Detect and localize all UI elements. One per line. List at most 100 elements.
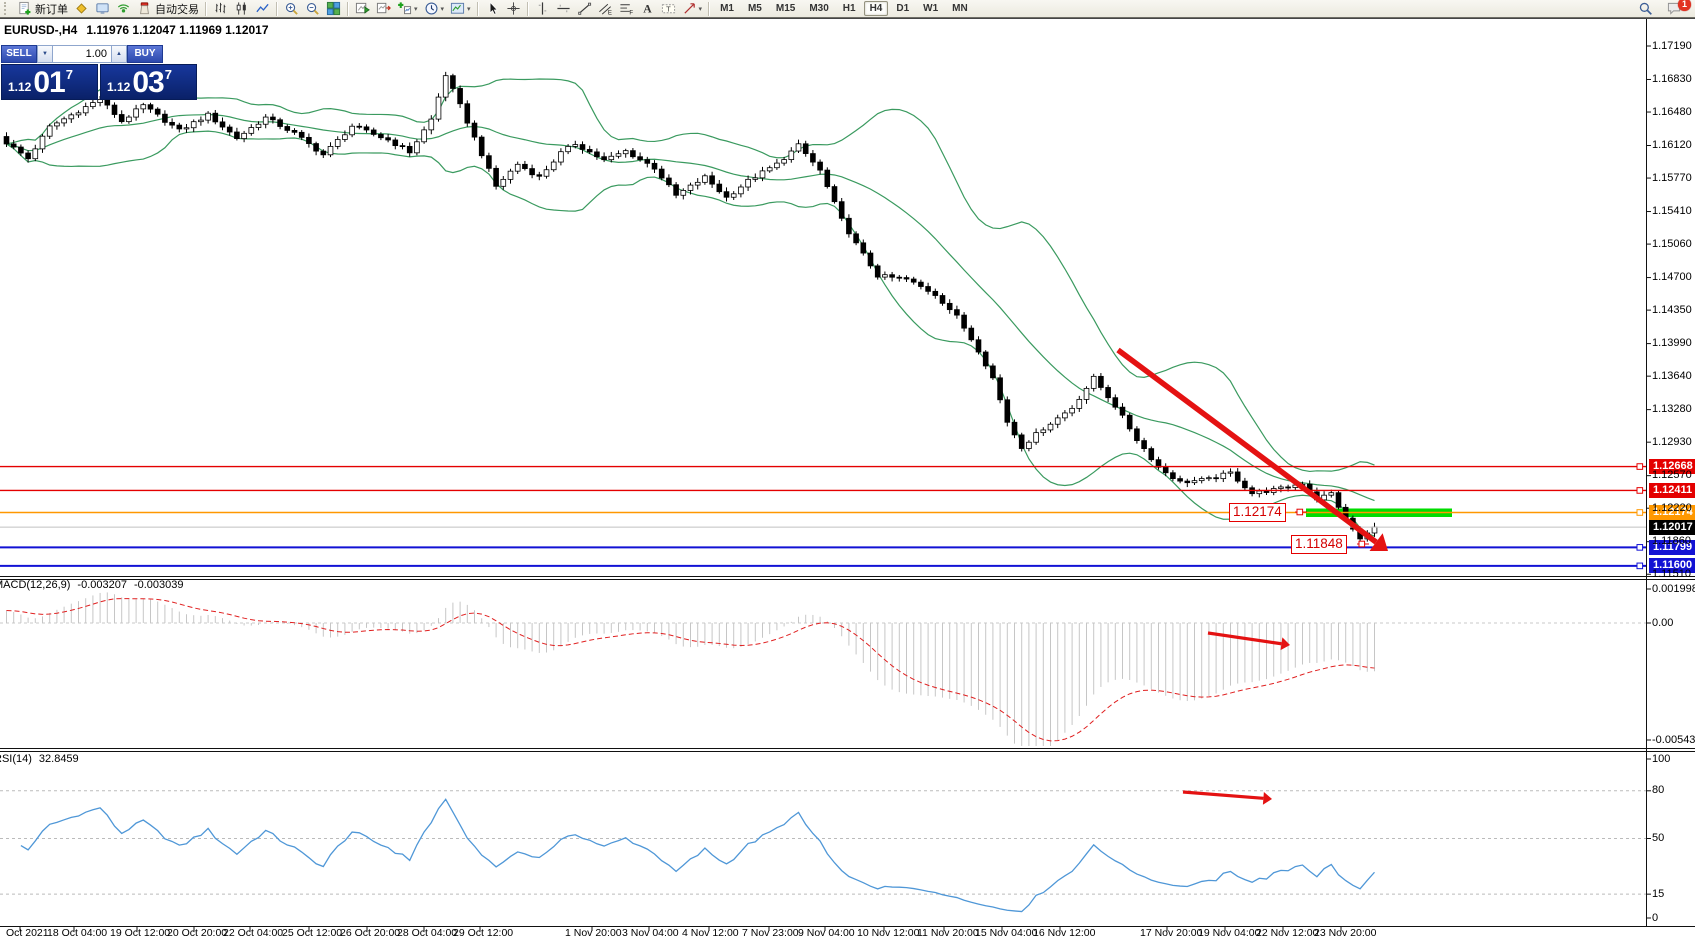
- buy-button[interactable]: BUY: [127, 45, 163, 63]
- line-icon: [255, 1, 270, 16]
- chart-canvas: [0, 0, 1695, 937]
- zoom-out-button[interactable]: [303, 1, 322, 17]
- buy-price-pip: 7: [165, 67, 172, 82]
- new-order-label: 新订单: [35, 1, 68, 17]
- hline-handle[interactable]: [1637, 545, 1643, 551]
- trend-arrow-rsi[interactable]: [1183, 792, 1263, 798]
- fibo-icon: F: [619, 1, 634, 16]
- timeframe-h4-button[interactable]: H4: [864, 1, 889, 16]
- templates-button[interactable]: ▾: [448, 1, 473, 17]
- buy-price-display[interactable]: 1.12 03 7: [100, 64, 197, 100]
- periods-button[interactable]: ▾: [422, 1, 447, 17]
- timeframe-m15-button[interactable]: M15: [770, 1, 801, 16]
- diamond-icon: [74, 1, 89, 16]
- volume-increase-button[interactable]: ▲: [111, 45, 127, 63]
- toolbar-separator: [477, 2, 479, 16]
- equidistant-channel-button[interactable]: E: [596, 1, 615, 17]
- bar-chart-mode-button[interactable]: [211, 1, 230, 17]
- vertical-line-button[interactable]: [533, 1, 552, 17]
- fibonacci-button[interactable]: F: [617, 1, 636, 17]
- line-chart-mode-button[interactable]: [253, 1, 272, 17]
- chevron-down-icon: ▾: [699, 5, 703, 13]
- autotrading-button[interactable]: 自动交易: [135, 1, 201, 17]
- timeframe-h1-button[interactable]: H1: [837, 1, 862, 16]
- chevron-down-icon: ▾: [441, 5, 445, 13]
- notification-badge: 1: [1678, 0, 1691, 11]
- crosshair-button[interactable]: [504, 1, 523, 17]
- monitor-icon: [95, 1, 110, 16]
- price-callout-1.12174[interactable]: 1.12174: [1229, 503, 1286, 522]
- robot-icon: [137, 1, 152, 16]
- timeframe-w1-button[interactable]: W1: [917, 1, 944, 16]
- callout-anchor[interactable]: [1297, 509, 1303, 515]
- buy-price-prefix: 1.12: [107, 80, 130, 94]
- text-button[interactable]: A: [638, 1, 657, 17]
- horizontal-line-button[interactable]: [554, 1, 573, 17]
- sell-button[interactable]: SELL: [1, 45, 37, 63]
- arrows-icon: [682, 1, 697, 16]
- cursor-button[interactable]: [483, 1, 502, 17]
- search-button[interactable]: [1636, 1, 1655, 17]
- trendline-button[interactable]: [575, 1, 594, 17]
- notifications-button[interactable]: 1: [1665, 1, 1684, 17]
- hline-handle[interactable]: [1637, 510, 1643, 516]
- main-toolbar: 新订单 自动交易 ▾ ▾ ▾ E FAT ▾ M1M5M15M30H1H4D1W1MN 1: [0, 0, 1695, 18]
- svg-text:A: A: [643, 3, 652, 16]
- sell-price-main: 01: [33, 67, 64, 98]
- price-callout-1.11848[interactable]: 1.11848: [1291, 535, 1347, 554]
- template-icon: [450, 1, 465, 16]
- candle-chart-mode-button[interactable]: [232, 1, 251, 17]
- toolbar-separator: [276, 2, 278, 16]
- volume-input[interactable]: [53, 45, 111, 63]
- new-order-button[interactable]: 新订单: [15, 1, 70, 17]
- chart-shift-icon: [376, 1, 391, 16]
- volume-decrease-button[interactable]: ▼: [37, 45, 53, 63]
- hline-icon: [556, 1, 571, 16]
- signal-icon: [116, 1, 131, 16]
- sell-price-prefix: 1.12: [8, 80, 31, 94]
- timeframe-m1-button[interactable]: M1: [714, 1, 740, 16]
- trend-icon: [577, 1, 592, 16]
- zoom-out-icon: [305, 1, 320, 16]
- sell-price-display[interactable]: 1.12 01 7: [1, 64, 98, 100]
- zoom-in-button[interactable]: [282, 1, 301, 17]
- autotrading-label: 自动交易: [155, 1, 199, 17]
- rsi-pane: [0, 791, 1646, 912]
- hline-handle[interactable]: [1637, 464, 1643, 470]
- plus-chart-icon: [397, 1, 412, 16]
- auto-scroll-button[interactable]: [353, 1, 372, 17]
- macd-pane: [0, 592, 1646, 754]
- chevron-down-icon: ▾: [467, 5, 471, 13]
- svg-text:E: E: [607, 10, 611, 16]
- candles-group: [4, 72, 1377, 542]
- buy-price-main: 03: [132, 67, 163, 98]
- cursor-icon: [485, 1, 500, 16]
- market-watch-button[interactable]: [93, 1, 112, 17]
- toolbar-right-section: 1: [1635, 1, 1693, 17]
- search-icon: [1638, 1, 1653, 16]
- text-label-button[interactable]: T: [659, 1, 678, 17]
- arrows-tool-button[interactable]: ▾: [680, 1, 705, 17]
- signals-button[interactable]: [114, 1, 133, 17]
- one-click-prices-row: 1.12 01 7 1.12 03 7: [1, 64, 201, 100]
- hline-handle[interactable]: [1637, 563, 1643, 569]
- toolbar-separator: [708, 2, 710, 16]
- timeframe-m30-button[interactable]: M30: [803, 1, 834, 16]
- callout-anchor[interactable]: [1359, 541, 1365, 547]
- rsi-line: [21, 799, 1375, 911]
- macd-signal-line: [7, 599, 1375, 741]
- tile-windows-button[interactable]: [324, 1, 343, 17]
- hline-handle[interactable]: [1637, 488, 1643, 494]
- indicators-button[interactable]: ▾: [395, 1, 420, 17]
- favorites-button[interactable]: [72, 1, 91, 17]
- channel-icon: E: [598, 1, 613, 16]
- timeframe-m5-button[interactable]: M5: [742, 1, 768, 16]
- doc-plus-icon: [17, 1, 32, 16]
- crosshair-icon: [506, 1, 521, 16]
- toolbar-grip: [4, 2, 10, 15]
- chart-shift-button[interactable]: [374, 1, 393, 17]
- main-pane: [7, 79, 1453, 536]
- toolbar-separator: [205, 2, 207, 16]
- timeframe-mn-button[interactable]: MN: [946, 1, 974, 16]
- timeframe-d1-button[interactable]: D1: [890, 1, 915, 16]
